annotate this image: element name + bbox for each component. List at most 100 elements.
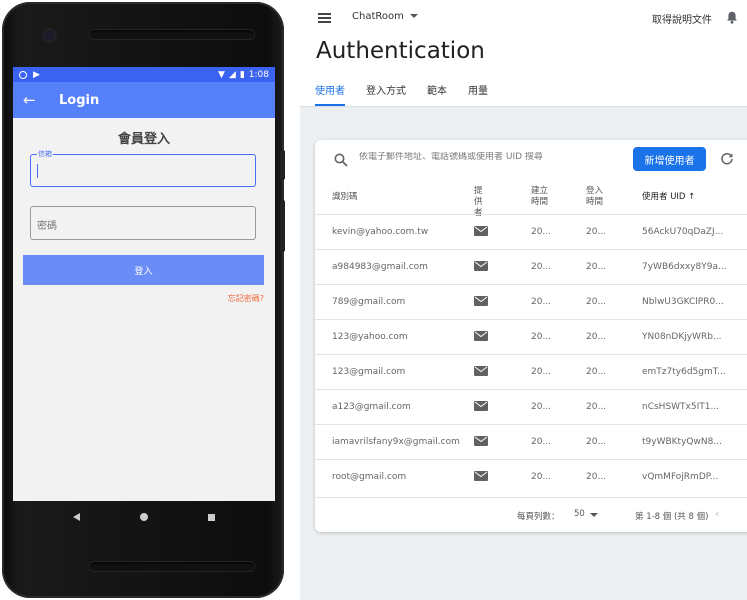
table-row[interactable]: kevin@yahoo.com.tw 20... 20... 56AckU70q…: [315, 214, 747, 250]
search-icon: [334, 153, 348, 167]
status-bar: ▶ ▼ ◢ ▮ 1:08: [13, 67, 275, 82]
tab-sign-in-methods[interactable]: 登入方式: [366, 82, 406, 104]
back-arrow-icon[interactable]: ←: [23, 91, 49, 109]
table-row[interactable]: a984983@gmail.com 20... 20... 7yWB6dxxy8…: [315, 249, 747, 285]
nav-back-icon[interactable]: [73, 513, 80, 521]
bell-icon[interactable]: [726, 11, 738, 24]
hamburger-menu-icon[interactable]: [318, 13, 331, 23]
user-identifier: 789@gmail.com: [332, 297, 406, 307]
password-field[interactable]: 密碼: [30, 206, 256, 240]
tab-bar: 使用者 登入方式 範本 用量: [315, 82, 488, 106]
user-identifier: a984983@gmail.com: [332, 262, 428, 272]
table-row[interactable]: 123@yahoo.com 20... 20... YN08nDKjyWRb..…: [315, 319, 747, 355]
power-button: [280, 200, 285, 252]
signed-in-date: 20...: [586, 437, 607, 447]
refresh-icon[interactable]: [720, 152, 734, 166]
created-date: 20...: [531, 402, 552, 412]
user-uid: YN08nDKjyWRb...: [642, 332, 722, 342]
chevron-down-icon[interactable]: [590, 513, 598, 517]
app-bar: ← Login: [13, 82, 275, 118]
mail-icon: [474, 366, 488, 376]
user-identifier: iamavrilsfany9x@gmail.com: [332, 437, 460, 447]
console-header: ChatRoom 取得說明文件 Authentication 使用者 登入方式 …: [300, 0, 747, 107]
signal-icon: ◢: [228, 69, 236, 80]
nav-home-icon[interactable]: [140, 513, 148, 521]
rows-per-page-select[interactable]: 50: [574, 509, 585, 519]
login-button[interactable]: 登入: [23, 255, 264, 285]
tab-users[interactable]: 使用者: [315, 82, 345, 106]
add-user-button[interactable]: 新增使用者: [633, 147, 706, 171]
play-icon: ▶: [33, 69, 40, 80]
tab-templates[interactable]: 範本: [427, 82, 447, 104]
project-name: ChatRoom: [352, 11, 404, 22]
user-uid: nCsHSWTx5IT1...: [642, 402, 720, 412]
user-identifier: kevin@yahoo.com.tw: [332, 227, 429, 237]
created-date: 20...: [531, 297, 552, 307]
signed-in-date: 20...: [586, 472, 607, 482]
previous-page-icon[interactable]: ‹: [715, 507, 719, 520]
chevron-down-icon: [409, 14, 418, 18]
signed-in-date: 20...: [586, 297, 607, 307]
table-row[interactable]: 789@gmail.com 20... 20... NblwU3GKClPR0.…: [315, 284, 747, 320]
column-header-identifier[interactable]: 識別碼: [332, 192, 358, 203]
project-selector[interactable]: ChatRoom: [352, 11, 418, 22]
page-title: Authentication: [316, 38, 485, 64]
created-date: 20...: [531, 472, 552, 482]
user-identifier: 123@yahoo.com: [332, 332, 408, 342]
phone-screen: ▶ ▼ ◢ ▮ 1:08 ← Login 會員登入 信箱 密碼 登入 忘記密碼?: [13, 67, 275, 501]
signed-in-date: 20...: [586, 402, 607, 412]
phone-mockup: ▶ ▼ ◢ ▮ 1:08 ← Login 會員登入 信箱 密碼 登入 忘記密碼?: [0, 0, 286, 600]
column-header-uid-sorted[interactable]: 使用者 UID ↑: [642, 192, 695, 203]
wifi-icon: ▼: [217, 69, 225, 80]
volume-button: [280, 150, 285, 180]
user-uid: 7yWB6dxxy8Y9a...: [642, 262, 727, 272]
users-table-card: 新增使用者 識別碼 提供者 建立時間 登入時間 使用者 UID ↑ kevin@…: [315, 140, 747, 532]
speaker-grille-bottom: [90, 562, 254, 571]
created-date: 20...: [531, 437, 552, 447]
firebase-console: ChatRoom 取得說明文件 Authentication 使用者 登入方式 …: [300, 0, 747, 600]
login-heading: 會員登入: [117, 132, 170, 147]
column-header-signed-in[interactable]: 登入時間: [586, 186, 606, 208]
battery-icon: ▮: [239, 69, 245, 80]
app-bar-title: Login: [59, 92, 100, 108]
mail-icon: [474, 471, 488, 481]
docs-link[interactable]: 取得說明文件: [652, 11, 712, 26]
speaker-grille-top: [90, 30, 254, 39]
android-nav-bar: [13, 501, 275, 533]
mail-icon: [474, 401, 488, 411]
mail-icon: [474, 331, 488, 341]
nav-recents-icon[interactable]: [208, 513, 215, 521]
column-header-created[interactable]: 建立時間: [531, 186, 551, 208]
created-date: 20...: [531, 227, 552, 237]
user-uid: emTz7ty6d5gmT...: [642, 367, 726, 377]
forgot-password-link[interactable]: 忘記密碼?: [228, 293, 264, 304]
user-uid: NblwU3GKClPR0...: [642, 297, 724, 307]
notification-icon: [19, 70, 27, 79]
created-date: 20...: [531, 332, 552, 342]
mail-icon: [474, 226, 488, 236]
user-identifier: a123@gmail.com: [332, 402, 411, 412]
page-range: 第 1-8 個 (共 8 個): [635, 512, 709, 522]
user-uid: vQmMFojRmDP...: [642, 472, 719, 482]
mail-icon: [474, 261, 488, 271]
created-date: 20...: [531, 262, 552, 272]
search-input[interactable]: [359, 152, 589, 162]
created-date: 20...: [531, 367, 552, 377]
table-row[interactable]: iamavrilsfany9x@gmail.com 20... 20... t9…: [315, 424, 747, 460]
signed-in-date: 20...: [586, 262, 607, 272]
mail-icon: [474, 296, 488, 306]
signed-in-date: 20...: [586, 367, 607, 377]
signed-in-date: 20...: [586, 332, 607, 342]
camera-icon: [44, 30, 55, 41]
email-field-label: 信箱: [37, 149, 53, 159]
status-time: 1:08: [248, 69, 269, 80]
table-row[interactable]: 123@gmail.com 20... 20... emTz7ty6d5gmT.…: [315, 354, 747, 390]
table-pagination: 每頁列數： 50 第 1-8 個 (共 8 個) ‹: [315, 497, 747, 533]
table-row[interactable]: root@gmail.com 20... 20... vQmMFojRmDP..…: [315, 459, 747, 495]
tab-usage[interactable]: 用量: [468, 82, 488, 104]
email-field[interactable]: 信箱: [30, 149, 256, 187]
table-row[interactable]: a123@gmail.com 20... 20... nCsHSWTx5IT1.…: [315, 389, 747, 425]
user-identifier: 123@gmail.com: [332, 367, 406, 377]
password-placeholder: 密碼: [37, 221, 57, 232]
signed-in-date: 20...: [586, 227, 607, 237]
